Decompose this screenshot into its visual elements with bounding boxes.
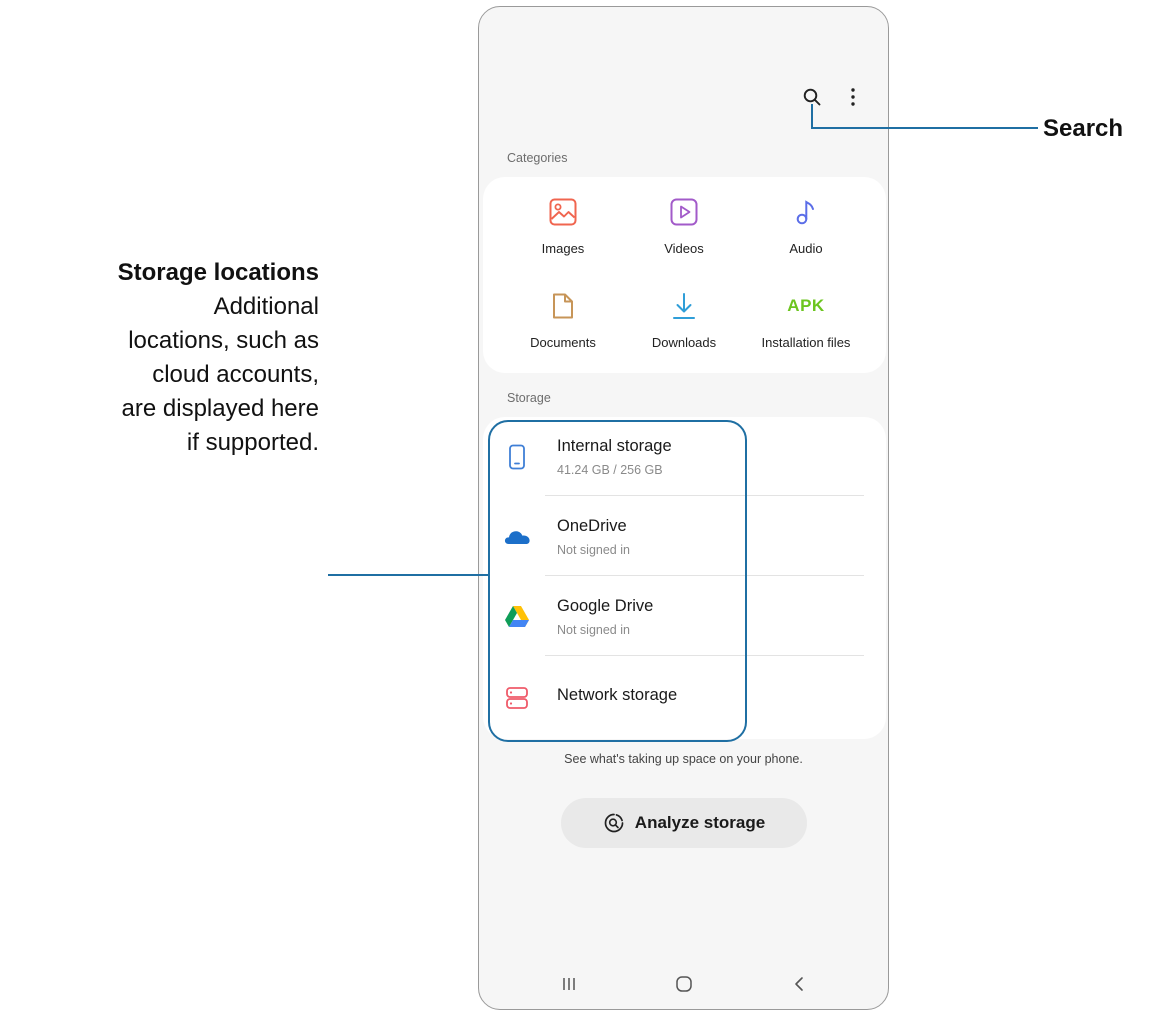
analyze-storage-label: Analyze storage (634, 813, 766, 832)
storage-locations-highlight (488, 420, 747, 742)
category-images[interactable]: Images (504, 195, 622, 256)
categories-label: Categories (507, 151, 568, 165)
recents-icon (563, 978, 575, 990)
analyze-storage-icon (604, 813, 624, 833)
storage-callout-line-text: locations, such as (128, 327, 319, 354)
storage-callout-line-text: Additional (213, 293, 319, 320)
home-icon (676, 976, 692, 992)
search-callout-line (811, 127, 1038, 129)
categories-card: Images Videos Audio Documents Downloads … (483, 177, 886, 373)
analyze-hint: See what's taking up space on your phone… (564, 752, 803, 766)
category-label: Installation files (761, 335, 851, 350)
category-label: Videos (664, 241, 704, 256)
storage-locations-callout: Storage locations Additional locations, … (0, 256, 319, 460)
download-icon (673, 293, 695, 319)
storage-callout-line-text: if supported. (186, 429, 319, 456)
category-label: Downloads (651, 335, 717, 350)
more-options-icon (851, 88, 855, 106)
storage-callout-line-text: cloud accounts, (152, 361, 319, 388)
video-icon (670, 198, 698, 226)
apk-icon: APK (787, 296, 825, 315)
storage-callout-line (328, 574, 488, 576)
search-callout-line (811, 104, 813, 128)
more-options-button[interactable] (841, 83, 865, 111)
category-label: Audio (789, 241, 823, 256)
category-documents[interactable]: Documents (504, 289, 622, 350)
category-installation-files[interactable]: APK Installation files (747, 289, 865, 350)
back-icon (795, 977, 803, 991)
navigation-bar (479, 959, 888, 1009)
storage-callout-line-text: are displayed here (121, 395, 319, 422)
category-label: Documents (530, 335, 596, 350)
back-button[interactable] (769, 959, 829, 1009)
analyze-storage-button[interactable]: Analyze storage (561, 798, 807, 848)
category-videos[interactable]: Videos (625, 195, 743, 256)
storage-label: Storage (507, 391, 551, 405)
recents-button[interactable] (539, 959, 599, 1009)
category-audio[interactable]: Audio (747, 195, 865, 256)
music-note-icon (796, 200, 814, 225)
home-button[interactable] (654, 959, 714, 1009)
image-icon (549, 198, 577, 226)
search-callout-label: Search (1043, 115, 1124, 142)
storage-callout-title: Storage locations (117, 259, 319, 286)
category-downloads[interactable]: Downloads (625, 289, 743, 350)
document-icon (553, 293, 573, 319)
category-label: Images (541, 241, 585, 256)
